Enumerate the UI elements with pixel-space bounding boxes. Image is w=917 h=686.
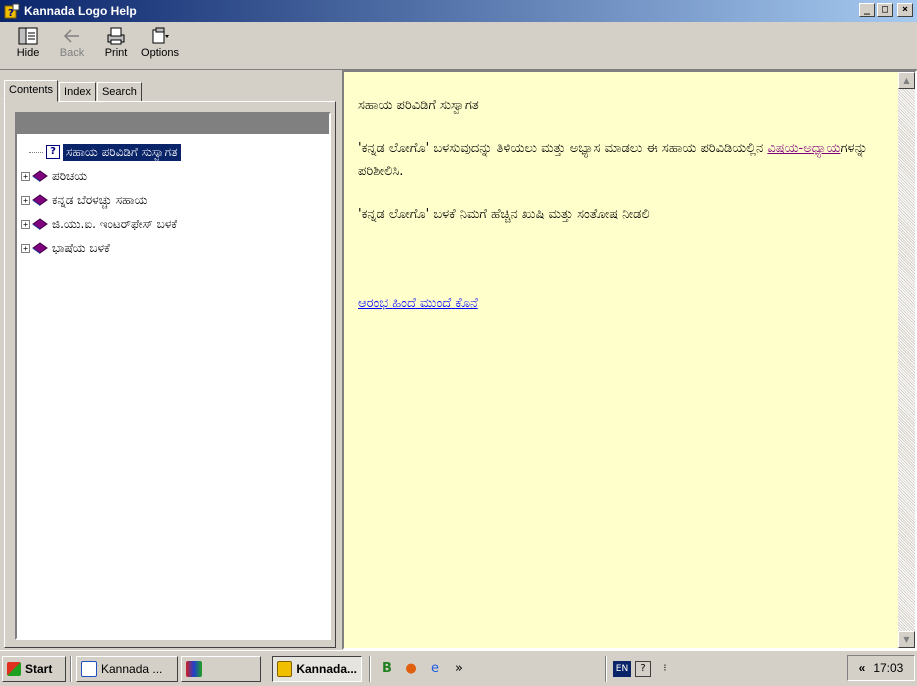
title-bar[interactable]: ? Kannada Logo Help _ □ × — [0, 0, 917, 22]
quicklaunch-chevron[interactable]: » — [449, 659, 469, 679]
maximize-button[interactable]: □ — [877, 3, 893, 17]
taskbar-separator — [70, 655, 72, 682]
hide-icon — [16, 26, 40, 46]
toolbar: Hide Back Print Options — [0, 22, 917, 70]
word-document-icon — [81, 660, 97, 677]
book-icon — [32, 218, 48, 230]
back-arrow-icon — [60, 26, 84, 46]
task-label: Kannada ... — [101, 661, 163, 676]
nav-last-link[interactable]: ಕೊನೆ — [455, 296, 477, 311]
task-kannada-document[interactable]: Kannada ... — [76, 655, 178, 682]
help-page-icon: ? — [46, 145, 60, 159]
task-label: Kannada... — [296, 661, 357, 676]
tray-expand-chevron[interactable]: « — [859, 661, 866, 675]
help-app-icon — [277, 660, 293, 677]
tray-options-icon[interactable]: ⁝ — [655, 659, 675, 679]
expand-icon[interactable]: + — [21, 219, 30, 229]
scroll-down-icon[interactable]: ▼ — [898, 631, 915, 648]
contents-panel: ? ಸಹಾಯ ಪರಿವಿಡಿಗೆ ಸುಸ್ವಾಗತ + ಪರಿಚಯ + ಕನ್ನ… — [4, 101, 336, 648]
help-app-icon: ? — [4, 3, 20, 19]
nav-next-link[interactable]: ಮುಂದೆ — [420, 296, 451, 311]
tree-item-label: ಸಹಾಯ ಪರಿವಿಡಿಗೆ ಸುಸ್ವಾಗತ — [63, 143, 181, 161]
tree-item-label: ಪರಿಚಯ — [52, 168, 88, 183]
back-label: Back — [59, 47, 85, 59]
scroll-up-icon[interactable]: ▲ — [898, 72, 915, 89]
options-label: Options — [141, 47, 179, 59]
app-icon — [186, 660, 202, 677]
tab-search[interactable]: Search — [96, 82, 142, 102]
book-icon — [32, 194, 48, 206]
close-button[interactable]: × — [897, 3, 913, 17]
internet-explorer-icon[interactable]: e — [425, 659, 445, 679]
book-icon — [32, 170, 48, 182]
task-image-app[interactable] — [181, 655, 261, 682]
topic-pane: ಸಹಾಯ ಪರಿವಿಡಿಗೆ ಸುಸ್ವಾಗತ 'ಕನ್ನಡ ಲೋಗೊ' ಬಳಸ… — [342, 70, 917, 650]
tree-connector — [29, 151, 43, 153]
book-icon — [32, 242, 48, 254]
tree-item-typing-help[interactable]: + ಕನ್ನಡ ಬೆರಳಚ್ಚು ಸಹಾಯ — [17, 188, 329, 212]
expand-icon[interactable]: + — [21, 243, 30, 253]
minimize-button[interactable]: _ — [859, 3, 875, 17]
firefox-icon[interactable]: ● — [401, 659, 421, 679]
vertical-scrollbar[interactable]: ▲ ▼ — [898, 72, 915, 648]
tree-item-welcome[interactable]: ? ಸಹಾಯ ಪರಿವಿಡಿಗೆ ಸುಸ್ವಾಗತ — [17, 140, 329, 164]
tab-contents[interactable]: Contents — [4, 80, 59, 102]
window-title: Kannada Logo Help — [24, 4, 137, 18]
nav-tabs: Contents Index Search — [4, 80, 143, 102]
help-window: ? Kannada Logo Help _ □ × Hide Back Prin… — [0, 0, 917, 650]
print-label: Print — [104, 47, 128, 59]
hide-label: Hide — [16, 47, 40, 59]
tree-item-language-usage[interactable]: + ಭಾಷೆಯ ಬಳಕೆ — [17, 236, 329, 260]
expand-icon[interactable]: + — [21, 171, 30, 181]
topic-paragraph-1: 'ಕನ್ನಡ ಲೋಗೊ' ಬಳಸುವುದನ್ನು ತಿಳಿಯಲು ಮತ್ತು ಅ… — [358, 137, 885, 183]
windows-logo-icon — [7, 661, 21, 676]
tab-index[interactable]: Index — [59, 82, 96, 102]
topic-paragraph-2: 'ಕನ್ನಡ ಲೋಗೊ' ಬಳಕೆ ನಿಮಗೆ ಹೆಚ್ಚಿನ ಖುಷಿ ಮತ್… — [358, 207, 650, 222]
tree-item-gui-interface[interactable]: + ಜಿ.ಯು.ಐ. ಇಂಟರ್‌ಫೇಸ್ ಬಳಕೆ — [17, 212, 329, 236]
clock: 17:03 — [873, 661, 904, 675]
topic-heading: ಸಹಾಯ ಪರಿವಿಡಿಗೆ ಸುಸ್ವಾಗತ — [358, 98, 479, 113]
system-tray: « 17:03 — [847, 655, 915, 681]
language-indicator[interactable]: EN — [613, 660, 631, 677]
tree-header-bar — [17, 114, 329, 134]
printer-icon — [104, 26, 128, 46]
options-icon — [148, 26, 172, 46]
tree-item-label: ಜಿ.ಯು.ಐ. ಇಂಟರ್‌ಫೇಸ್ ಬಳಕೆ — [52, 216, 178, 231]
task-kannada-help[interactable]: Kannada... — [272, 655, 362, 682]
taskbar-separator — [605, 655, 607, 682]
tree-item-label: ಭಾಷೆಯ ಬಳಕೆ — [52, 240, 110, 255]
tree-item-label: ಕನ್ನಡ ಬೆರಳಚ್ಚು ಸಹಾಯ — [52, 192, 148, 207]
topic-content: ಸಹಾಯ ಪರಿವಿಡಿಗೆ ಸುಸ್ವಾಗತ 'ಕನ್ನಡ ಲೋಗೊ' ಬಳಸ… — [344, 72, 899, 648]
print-button[interactable]: Print — [94, 22, 138, 68]
navigation-pane: Contents Index Search ? ಸಹಾಯ ಪರಿವಿಡಿಗೆ ಸ… — [4, 76, 336, 648]
start-button[interactable]: Start — [2, 655, 66, 682]
taskbar: Start Kannada ... Kannada... B ● e » EN … — [0, 650, 917, 686]
hide-button[interactable]: Hide — [6, 22, 50, 68]
nav-first-link[interactable]: ಆರಂಭ — [358, 296, 388, 311]
topic-navigation: ಆರಂಭ ಹಿಂದೆ ಮುಂದೆ ಕೊನೆ — [358, 292, 885, 315]
taskbar-separator — [369, 655, 371, 682]
quicklaunch-app-icon[interactable]: B — [377, 659, 397, 679]
help-tray-icon[interactable]: ? — [635, 660, 651, 677]
tree-item-introduction[interactable]: + ಪರಿಚಯ — [17, 164, 329, 188]
nav-previous-link[interactable]: ಹಿಂದೆ — [392, 296, 416, 311]
start-label: Start — [25, 661, 53, 676]
back-button[interactable]: Back — [50, 22, 94, 68]
paragraph-text: 'ಕನ್ನಡ ಲೋಗೊ' ಬಳಸುವುದನ್ನು ತಿಳಿಯಲು ಮತ್ತು ಅ… — [358, 141, 768, 156]
options-button[interactable]: Options — [138, 22, 182, 68]
expand-icon[interactable]: + — [21, 195, 30, 205]
contents-tree: ? ಸಹಾಯ ಪರಿವಿಡಿಗೆ ಸುಸ್ವಾಗತ + ಪರಿಚಯ + ಕನ್ನ… — [15, 112, 331, 640]
topics-chapter-link[interactable]: ವಿಷಯ-ಅಧ್ಯಾಯ — [767, 141, 840, 156]
